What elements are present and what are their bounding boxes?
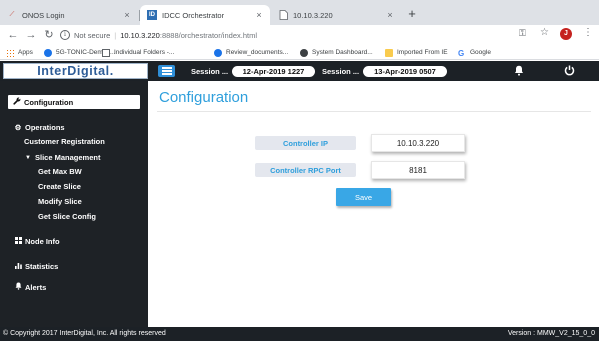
address-divider: | — [114, 30, 117, 40]
interdigital-favicon: ID — [147, 10, 157, 20]
tab-title: 10.10.3.220 — [293, 10, 333, 20]
tab-ip-address[interactable]: 10.10.3.220 × — [271, 5, 401, 25]
controller-ip-field[interactable]: 10.10.3.220 — [371, 134, 465, 152]
session-start-label: Session ... — [191, 67, 229, 76]
url-path: :8888/orchestrator/index.html — [159, 30, 257, 40]
bookmarks-bar: Apps 5G-TONIC-Demo4... Individual Folder… — [0, 45, 599, 60]
version-text: Version : MMW_V2_15_0_0 — [507, 330, 595, 337]
browser-tab-strip: ⟋ ONOS Login × ID IDCC Orchestrator × 10… — [0, 0, 599, 25]
sidebar-item-get-max-bw[interactable]: Get Max BW — [38, 167, 82, 176]
tab-idcc-orchestrator[interactable]: ID IDCC Orchestrator × — [140, 5, 270, 25]
gear-icon — [300, 48, 308, 57]
reload-icon[interactable]: ↻ — [42, 28, 56, 42]
not-secure-label: Not secure — [74, 30, 111, 40]
main-content: Configuration Controller IP 10.10.3.220 … — [148, 81, 599, 327]
back-icon[interactable]: ← — [6, 28, 20, 42]
bookmark-system-dashboard[interactable]: System Dashboard... — [300, 47, 373, 58]
address-bar[interactable]: i Not secure | 10.10.3.220 :8888/orchest… — [60, 27, 560, 43]
s-logo-icon — [44, 48, 52, 57]
controller-ip-label: Controller IP — [255, 136, 356, 150]
sidebar-item-alerts[interactable]: Alerts — [14, 282, 46, 292]
onos-favicon: ⟋ — [9, 11, 15, 18]
title-divider — [157, 111, 591, 112]
browser-toolbar: ← → ↻ i Not secure | 10.10.3.220 :8888/o… — [0, 25, 599, 45]
sidebar-item-slice-management[interactable]: ▼ Slice Management — [24, 153, 100, 162]
footer: © Copyright 2017 InterDigital, Inc. All … — [0, 327, 599, 341]
close-tab-icon[interactable]: × — [253, 10, 265, 20]
controller-rpc-port-label: Controller RPC Port — [255, 163, 356, 177]
sidebar-item-configuration[interactable]: Configuration — [8, 95, 140, 109]
power-icon[interactable] — [564, 65, 575, 79]
session-start-value: 12-Apr-2019 1227 — [232, 66, 315, 77]
bell-icon[interactable] — [514, 65, 524, 79]
sidebar: Configuration ⚙ Operations Customer Regi… — [0, 81, 148, 327]
page-favicon — [278, 10, 288, 20]
app-header: InterDigital. Session ... 12-Apr-2019 12… — [0, 61, 599, 81]
tab-onos-login[interactable]: ⟋ ONOS Login × — [0, 5, 138, 25]
bar-chart-icon — [14, 262, 22, 271]
tab-title: ONOS Login — [22, 10, 65, 20]
hamburger-menu-icon[interactable] — [158, 65, 175, 77]
grid-icon — [14, 237, 22, 246]
session-end-value: 13-Apr-2019 0507 — [363, 66, 447, 77]
close-tab-icon[interactable]: × — [121, 10, 133, 20]
close-tab-icon[interactable]: × — [384, 10, 396, 20]
bookmark-individual-folders[interactable]: Individual Folders -... — [102, 47, 174, 58]
url-host: 10.10.3.220 — [120, 30, 160, 40]
key-icon[interactable]: ⚿ — [519, 28, 526, 39]
copyright-text: © Copyright 2017 InterDigital, Inc. All … — [3, 330, 166, 337]
save-button[interactable]: Save — [336, 188, 391, 206]
folder-icon — [385, 48, 393, 57]
sidebar-item-node-info[interactable]: Node Info — [14, 237, 60, 246]
info-icon[interactable]: i — [60, 30, 70, 40]
bookmark-review-documents[interactable]: Review_documents... — [214, 47, 288, 58]
gear-icon: ⚙ — [14, 123, 22, 132]
wrench-icon — [13, 97, 21, 107]
sidebar-item-modify-slice[interactable]: Modify Slice — [38, 197, 82, 206]
caret-down-icon: ▼ — [25, 154, 31, 161]
sidebar-item-create-slice[interactable]: Create Slice — [38, 182, 81, 191]
avatar[interactable]: J — [560, 28, 572, 40]
sidebar-item-customer-registration[interactable]: Customer Registration — [24, 137, 105, 146]
page-title: Configuration — [159, 89, 249, 106]
sidebar-item-label: Configuration — [24, 97, 74, 107]
s-logo-icon — [214, 48, 222, 57]
bookmark-apps[interactable]: Apps — [6, 47, 33, 58]
star-icon[interactable]: ☆ — [540, 27, 549, 38]
bookmark-imported-ie[interactable]: Imported From IE — [385, 47, 448, 58]
new-tab-button[interactable]: + — [405, 7, 419, 21]
controller-rpc-port-field[interactable]: 8181 — [371, 161, 465, 179]
interdigital-logo[interactable]: InterDigital. — [3, 63, 148, 79]
menu-icon[interactable]: ⋮ — [583, 27, 593, 38]
forward-icon[interactable]: → — [24, 28, 38, 42]
sidebar-item-operations[interactable]: ⚙ Operations — [14, 123, 65, 132]
logo-text: InterDigital. — [37, 64, 114, 78]
doc-icon — [102, 48, 110, 57]
sidebar-item-statistics[interactable]: Statistics — [14, 262, 58, 271]
tab-title: IDCC Orchestrator — [162, 10, 225, 20]
bell-icon — [14, 282, 22, 292]
bookmark-google[interactable]: G Google — [458, 47, 491, 58]
session-end-label: Session ... — [322, 67, 360, 76]
google-icon: G — [458, 48, 465, 58]
sidebar-item-get-slice-config[interactable]: Get Slice Config — [38, 212, 96, 221]
apps-icon — [6, 48, 14, 57]
